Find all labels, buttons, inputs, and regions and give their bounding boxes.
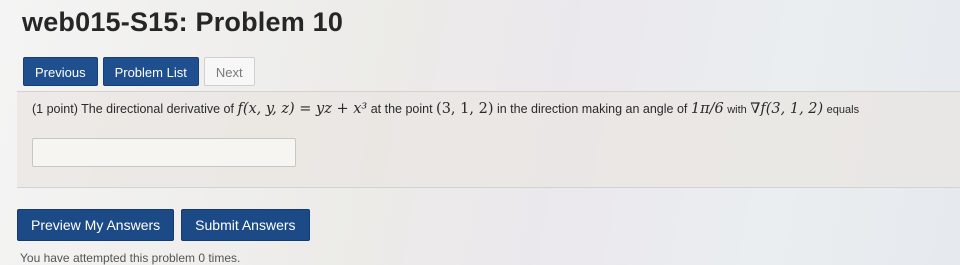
problem-at-point-text: at the point xyxy=(370,102,433,116)
problem-intro: The directional derivative of xyxy=(81,102,234,116)
attempts-message: You have attempted this problem 0 times. xyxy=(20,251,241,265)
problem-list-button[interactable]: Problem List xyxy=(102,57,199,86)
problem-with-text: with xyxy=(727,104,747,116)
previous-button[interactable]: Previous xyxy=(23,57,98,86)
problem-statement: (1 point) The directional derivative of … xyxy=(32,101,859,117)
problem-equals-text: equals xyxy=(826,104,860,116)
problem-angle: 1π/6 xyxy=(690,101,724,117)
next-button: Next xyxy=(203,57,255,86)
problem-points: (1 point) xyxy=(32,102,78,116)
answer-input[interactable] xyxy=(32,138,296,167)
webwork-page: web015-S15: Problem 10 Previous Problem … xyxy=(0,0,960,265)
problem-direction-text: in the direction making an angle of xyxy=(496,102,688,116)
problem-function: f(x, y, z) = yz + x³ xyxy=(237,101,368,117)
problem-nav: Previous Problem List Next xyxy=(23,57,255,86)
answer-actions: Preview My Answers Submit Answers xyxy=(17,209,310,241)
preview-answers-button[interactable]: Preview My Answers xyxy=(17,209,175,241)
problem-point: (3, 1, 2) xyxy=(436,101,494,117)
problem-box: (1 point) The directional derivative of … xyxy=(17,91,960,188)
submit-answers-button[interactable]: Submit Answers xyxy=(181,209,310,241)
problem-gradient: ∇f(3, 1, 2) xyxy=(750,101,824,117)
page-title: web015-S15: Problem 10 xyxy=(22,7,344,37)
